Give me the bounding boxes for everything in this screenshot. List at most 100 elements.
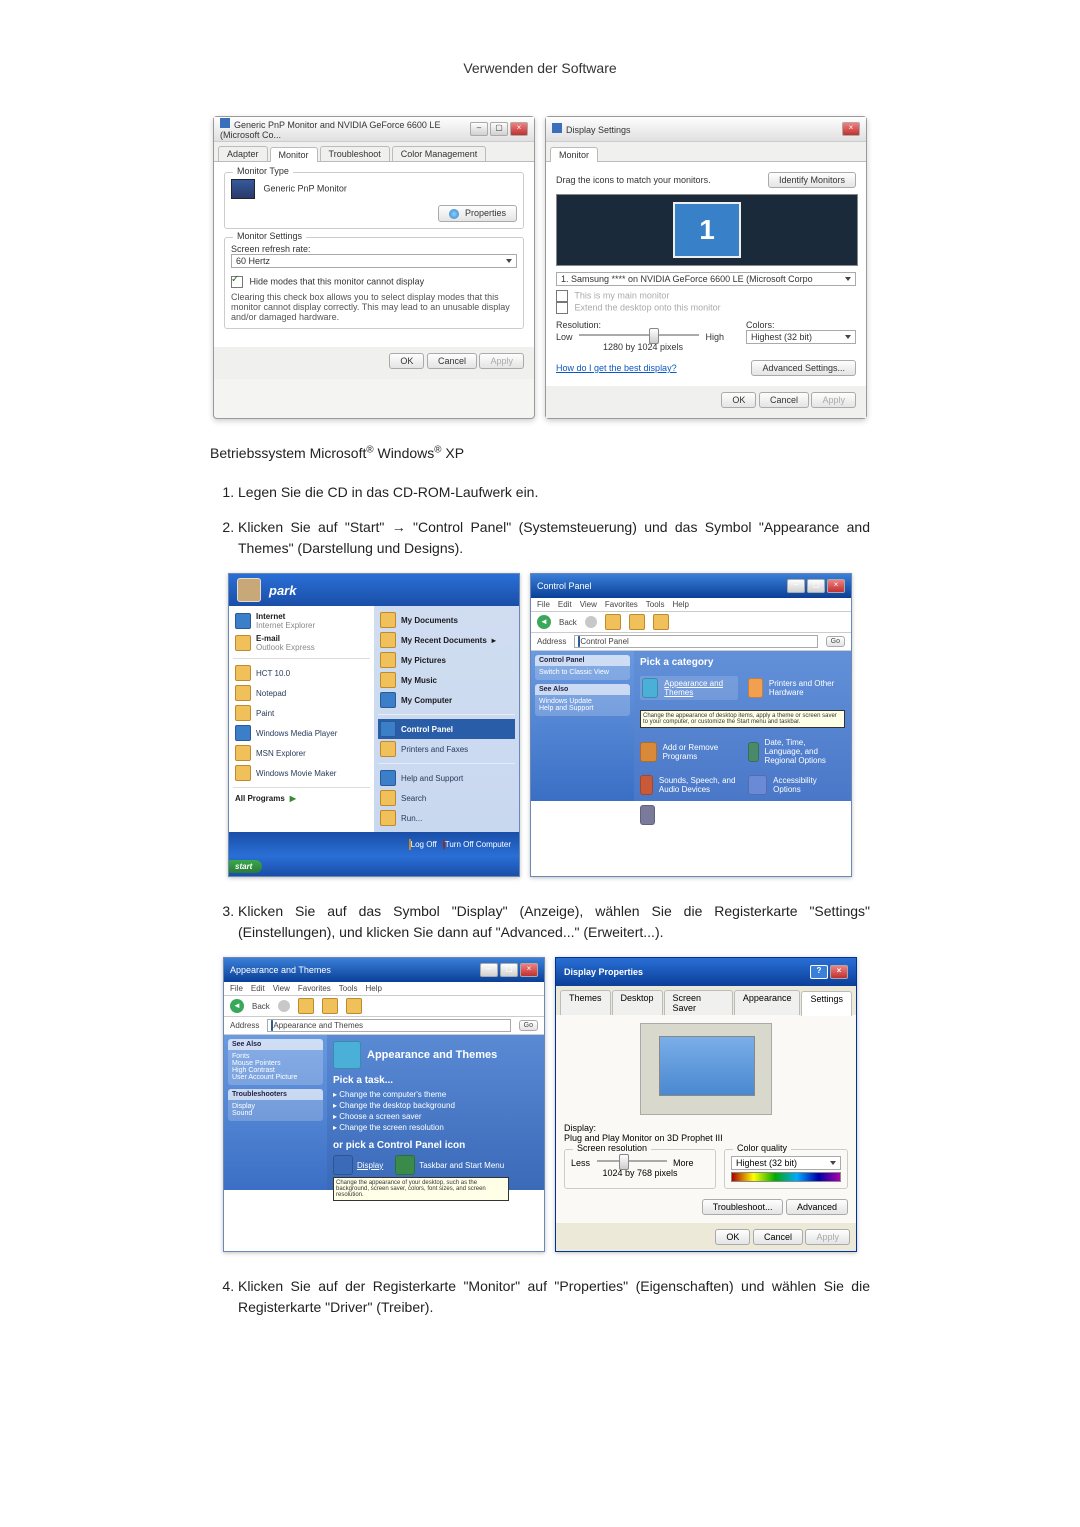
start-item[interactable]: HCT 10.0 [233, 663, 370, 683]
monitor-select[interactable]: 1. Samsung **** on NVIDIA GeForce 6600 L… [556, 272, 856, 286]
menu-item[interactable]: View [580, 600, 597, 609]
sidebar-link[interactable]: Display [232, 1103, 319, 1110]
start-item[interactable]: Printers and Faxes [378, 739, 515, 759]
menu-item[interactable]: Favorites [298, 984, 331, 993]
go-button[interactable]: Go [519, 1020, 538, 1031]
category-item[interactable]: Accessibility Options [748, 775, 846, 795]
turnoff-button[interactable]: Turn Off Computer [443, 840, 511, 849]
close-button[interactable]: × [510, 122, 528, 136]
identify-monitors-button[interactable]: Identify Monitors [768, 172, 856, 188]
forward-button[interactable] [278, 1000, 290, 1012]
ok-button[interactable]: OK [715, 1229, 750, 1245]
monitor-1-icon[interactable]: 1 [673, 202, 741, 258]
close-button[interactable]: × [827, 579, 845, 593]
start-item[interactable]: My Documents [378, 610, 515, 630]
category-item[interactable]: Sounds, Speech, and Audio Devices [640, 775, 738, 795]
sidebar-link[interactable]: Mouse Pointers [232, 1060, 319, 1067]
apply-button[interactable]: Apply [811, 392, 856, 408]
apply-button[interactable]: Apply [479, 353, 524, 369]
folders-icon[interactable] [346, 998, 362, 1014]
menu-item[interactable]: File [537, 600, 550, 609]
sidebar-link[interactable]: High Contrast [232, 1067, 319, 1074]
task-link[interactable]: ▸ Choose a screen saver [333, 1112, 538, 1121]
logoff-button[interactable]: Log Off [409, 840, 437, 849]
refresh-rate-select[interactable]: 60 Hertz [231, 254, 517, 268]
advanced-settings-button[interactable]: Advanced Settings... [751, 360, 856, 376]
minimize-button[interactable]: – [787, 579, 805, 593]
category-item[interactable]: Performance and Maintenance [640, 805, 738, 825]
color-quality-select[interactable]: Highest (32 bit) [731, 1156, 841, 1170]
tab-appearance[interactable]: Appearance [734, 990, 801, 1015]
tab-troubleshoot[interactable]: Troubleshoot [320, 146, 390, 161]
minimize-button[interactable]: – [480, 963, 498, 977]
start-item-email[interactable]: E-mailOutlook Express [233, 632, 370, 654]
help-button[interactable]: ? [810, 965, 828, 979]
best-display-link[interactable]: How do I get the best display? [556, 363, 677, 373]
ok-button[interactable]: OK [721, 392, 756, 408]
tab-screensaver[interactable]: Screen Saver [664, 990, 733, 1015]
properties-button[interactable]: Properties [438, 205, 517, 222]
back-button[interactable]: ◄ [537, 615, 551, 629]
colors-select[interactable]: Highest (32 bit) [746, 330, 856, 344]
menu-item[interactable]: Help [365, 984, 381, 993]
tab-color-management[interactable]: Color Management [392, 146, 487, 161]
menu-item[interactable]: File [230, 984, 243, 993]
start-button[interactable]: start [229, 860, 262, 873]
sidebar-link[interactable]: Windows Update [539, 698, 626, 705]
minimize-button[interactable]: – [470, 122, 488, 136]
task-link[interactable]: ▸ Change the desktop background [333, 1101, 538, 1110]
menu-item[interactable]: Favorites [605, 600, 638, 609]
category-item[interactable]: Add or Remove Programs [640, 738, 738, 765]
maximize-button[interactable]: ▢ [500, 963, 518, 977]
apply-button[interactable]: Apply [805, 1229, 850, 1245]
tab-monitor[interactable]: Monitor [270, 147, 318, 162]
monitor-preview-area[interactable]: 1 [556, 194, 858, 266]
search-icon[interactable] [322, 998, 338, 1014]
ok-button[interactable]: OK [389, 353, 424, 369]
back-button[interactable]: ◄ [230, 999, 244, 1013]
hide-modes-checkbox[interactable] [231, 276, 243, 288]
sidebar-link[interactable]: Switch to Classic View [539, 669, 626, 676]
start-item[interactable]: MSN Explorer [233, 743, 370, 763]
sidebar-link[interactable]: Help and Support [539, 705, 626, 712]
tab-themes[interactable]: Themes [560, 990, 611, 1015]
menu-item[interactable]: View [273, 984, 290, 993]
sidebar-link[interactable]: Fonts [232, 1053, 319, 1060]
slider-thumb[interactable] [649, 328, 659, 344]
folders-icon[interactable] [653, 614, 669, 630]
task-link[interactable]: ▸ Change the screen resolution [333, 1123, 538, 1132]
tab-adapter[interactable]: Adapter [218, 146, 268, 161]
close-button[interactable]: × [520, 963, 538, 977]
start-item[interactable]: Paint [233, 703, 370, 723]
start-item[interactable]: Windows Media Player [233, 723, 370, 743]
go-button[interactable]: Go [826, 636, 845, 647]
start-item[interactable]: My Recent Documents ▸ [378, 630, 515, 650]
start-item[interactable]: Help and Support [378, 768, 515, 788]
all-programs[interactable]: All Programs ▶ [233, 792, 370, 805]
tab-settings[interactable]: Settings [801, 991, 852, 1016]
start-item[interactable]: Notepad [233, 683, 370, 703]
menu-item[interactable]: Edit [251, 984, 265, 993]
start-item[interactable]: Run... [378, 808, 515, 828]
search-icon[interactable] [629, 614, 645, 630]
maximize-button[interactable]: ▢ [807, 579, 825, 593]
address-field[interactable]: Control Panel [574, 635, 817, 648]
tab-desktop[interactable]: Desktop [612, 990, 663, 1015]
close-button[interactable]: × [842, 122, 860, 136]
cancel-button[interactable]: Cancel [759, 392, 809, 408]
resolution-slider[interactable] [597, 1160, 667, 1162]
address-field[interactable]: Appearance and Themes [267, 1019, 510, 1032]
start-item[interactable]: My Computer [378, 690, 515, 710]
task-link[interactable]: ▸ Change the computer's theme [333, 1090, 538, 1099]
forward-button[interactable] [585, 616, 597, 628]
menu-item[interactable]: Help [672, 600, 688, 609]
maximize-button[interactable]: ▢ [490, 122, 508, 136]
category-appearance[interactable]: Appearance and Themes [640, 676, 738, 700]
cancel-button[interactable]: Cancel [753, 1229, 803, 1245]
menu-item[interactable]: Edit [558, 600, 572, 609]
troubleshoot-button[interactable]: Troubleshoot... [702, 1199, 784, 1215]
category-item[interactable]: Printers and Other Hardware [748, 676, 846, 700]
category-item[interactable]: Date, Time, Language, and Regional Optio… [748, 738, 846, 765]
start-item-control-panel[interactable]: Control Panel [378, 719, 515, 739]
start-item[interactable]: Windows Movie Maker [233, 763, 370, 783]
